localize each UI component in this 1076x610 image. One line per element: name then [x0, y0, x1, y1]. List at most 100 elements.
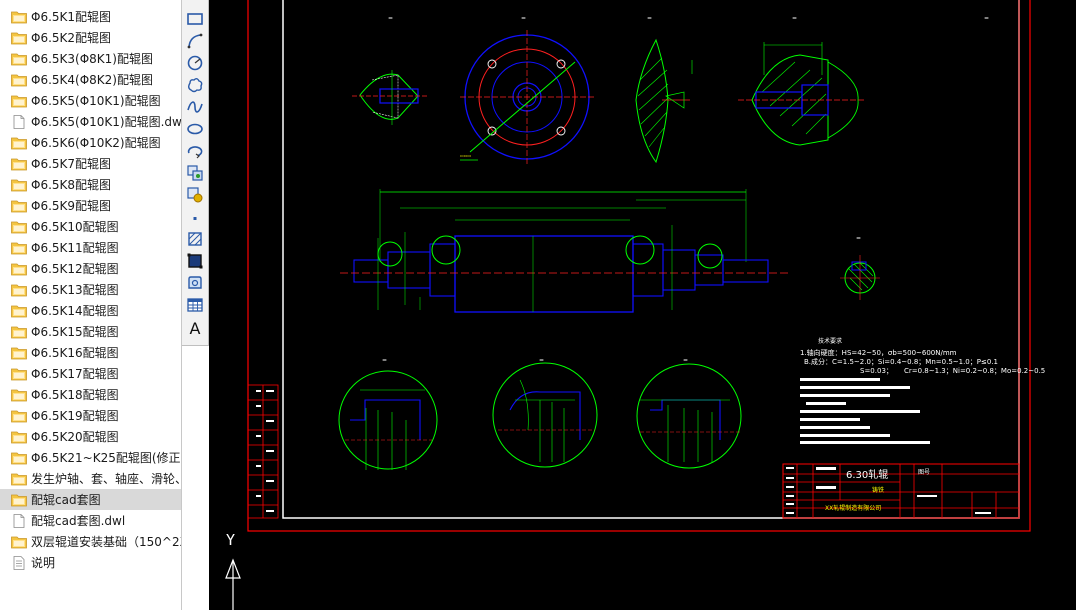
file-icon — [11, 114, 27, 129]
revision-cloud-tool-button[interactable] — [184, 75, 206, 95]
detail-view-1: = — [338, 357, 438, 470]
folder-icon — [11, 241, 27, 255]
file-list-item[interactable]: Φ6.5K7配辊图 — [0, 153, 181, 174]
file-list-item[interactable]: 配辊cad套图.dwl — [0, 510, 181, 531]
ellipse-arc-tool-icon — [187, 146, 203, 159]
roll-main-elevation — [340, 189, 790, 313]
title-drawing-no-label: 图号 — [918, 469, 930, 476]
file-list-panel[interactable]: Φ6.5K1配辊图 Φ6.5K2配辊图 Φ6.5K3(Φ8K1)配辊图 Φ6.5K4(… — [0, 0, 181, 610]
note-line-3: Cr=0.8~1.3；Ni=0.2~0.8；Mo=0.2~0.5 — [904, 367, 1045, 375]
arc-tool-button[interactable] — [184, 31, 206, 51]
file-list-item[interactable]: Φ6.5K8配辊图 — [0, 174, 181, 195]
svg-text:=: = — [388, 15, 393, 22]
revision-cloud-tool-icon — [188, 78, 203, 93]
cad-drawing: = = ▭▭▭ = = = = 技术要求 1.轴向硬度：HS=42~50，σb=… — [225, 0, 1045, 610]
ellipse-arc-tool-button[interactable] — [184, 141, 206, 161]
folder-icon — [11, 157, 27, 171]
file-list-item[interactable]: Φ6.5K16配辊图 — [0, 342, 181, 363]
folder-icon — [11, 304, 27, 318]
file-list-item-label: 双层辊道安装基础（150^2X — [31, 535, 181, 549]
file-list-item-label: Φ6.5K6(Φ10K2)配辊图 — [31, 136, 161, 150]
file-list-item-label: Φ6.5K12配辊图 — [31, 262, 119, 276]
cone-section-view: = — [738, 15, 865, 146]
hatch-tool-button[interactable] — [184, 229, 206, 249]
file-list-item-label: Φ6.5K9配辊图 — [31, 199, 112, 213]
folder-icon — [11, 94, 27, 108]
file-list-item[interactable]: Φ6.5K4(Φ8K2)配辊图 — [0, 69, 181, 90]
file-list-item-label: Φ6.5K15配辊图 — [31, 325, 119, 339]
folder-icon — [11, 409, 27, 423]
file-list-item[interactable]: Φ6.5K2配辊图 — [0, 27, 181, 48]
file-list-item[interactable]: Φ6.5K9配辊图 — [0, 195, 181, 216]
file-list-item[interactable]: Φ6.5K11配辊图 — [0, 237, 181, 258]
rectangle-tool-button[interactable] — [184, 9, 206, 29]
file-list-item-label: Φ6.5K3(Φ8K1)配辊图 — [31, 52, 153, 66]
svg-text:▭▭▭: ▭▭▭ — [460, 153, 472, 158]
file-list-item-label: 配辊cad套图.dwl — [31, 514, 126, 528]
file-list-item[interactable]: Φ6.5K17配辊图 — [0, 363, 181, 384]
file-list-item-label: Φ6.5K16配辊图 — [31, 346, 119, 360]
file-list-item[interactable]: Φ6.5K12配辊图 — [0, 258, 181, 279]
folder-icon — [11, 262, 27, 276]
file-list-item-label: Φ6.5K21~K25配辊图(修正) — [31, 451, 181, 465]
file-list-item[interactable]: Φ6.5K18配辊图 — [0, 384, 181, 405]
point-tool-button[interactable] — [184, 207, 206, 227]
hatch-tool-icon — [188, 232, 202, 246]
title-drawing-name: 6.30轧辊 — [846, 468, 888, 481]
file-list-item[interactable]: Φ6.5K19配辊图 — [0, 405, 181, 426]
folder-icon — [11, 73, 27, 87]
folder-icon — [11, 346, 27, 360]
circle-tool-button[interactable] — [184, 53, 206, 73]
file-list-item-label: Φ6.5K11配辊图 — [31, 241, 119, 255]
arc-tool-icon — [187, 33, 203, 49]
gradient-tool-button[interactable] — [184, 251, 206, 271]
drawing-canvas[interactable]: = = ▭▭▭ = = = = 技术要求 1.轴向硬度：HS=42~50，σb=… — [209, 0, 1076, 610]
file-list-item[interactable]: Φ6.5K3(Φ8K1)配辊图 — [0, 48, 181, 69]
file-list-item[interactable]: Φ6.5K5(Φ10K1)配辊图 — [0, 90, 181, 111]
table-tool-button[interactable] — [184, 295, 206, 315]
ellipse-tool-button[interactable] — [184, 119, 206, 139]
file-list-item-label: Φ6.5K17配辊图 — [31, 367, 119, 381]
detail-view-2: = — [492, 357, 598, 468]
file-list-item-label: Φ6.5K4(Φ8K2)配辊图 — [31, 73, 153, 87]
region-tool-button[interactable] — [184, 273, 206, 293]
file-list-item[interactable]: 双层辊道安装基础（150^2X — [0, 531, 181, 552]
note-line-1: 1.轴向硬度：HS=42~50，σb=500~600N/mm — [800, 348, 957, 357]
insert-block-tool-button[interactable] — [184, 163, 206, 183]
detail-view-3: = — [636, 357, 742, 469]
file-list-item[interactable]: Φ6.5K13配辊图 — [0, 279, 181, 300]
note-line-2: B.成分：C=1.5~2.0；Si=0.4~0.8；Mn=0.5~1.0；P≤0… — [804, 357, 998, 366]
file-list-item[interactable]: Φ6.5K14配辊图 — [0, 300, 181, 321]
file-list-item[interactable]: Φ6.5K20配辊图 — [0, 426, 181, 447]
file-list-item-label: Φ6.5K10配辊图 — [31, 220, 119, 234]
make-block-tool-button[interactable] — [184, 185, 206, 205]
file-list-item[interactable]: Φ6.5K1配辊图 — [0, 6, 181, 27]
multiline-text-tool-button[interactable]: A — [184, 318, 206, 338]
file-list-item[interactable]: Φ6.5K21~K25配辊图(修正) — [0, 447, 181, 468]
folder-icon — [11, 199, 27, 213]
file-list-item[interactable]: Φ6.5K15配辊图 — [0, 321, 181, 342]
file-list-item[interactable]: 配辊cad套图 — [0, 489, 181, 510]
folder-icon — [11, 325, 27, 339]
ellipse-tool-icon — [187, 123, 203, 135]
title-company: XX轧辊制造有限公司 — [825, 504, 881, 512]
file-list-item-label: Φ6.5K1配辊图 — [31, 10, 112, 24]
file-list-item-label: Φ6.5K2配辊图 — [31, 31, 112, 45]
toolbar-gap — [182, 346, 209, 610]
section-view-left: = — [352, 15, 428, 125]
spline-tool-button[interactable] — [184, 97, 206, 117]
flange-view: = ▭▭▭ — [460, 15, 594, 164]
svg-text:=: = — [683, 357, 688, 364]
gradient-tool-icon — [187, 253, 203, 269]
file-list-item[interactable]: 发生炉轴、套、轴座、滑轮、 — [0, 468, 181, 489]
wedge-section-view: = — [635, 15, 693, 164]
folder-icon — [11, 52, 27, 66]
file-list-item[interactable]: 说明 — [0, 552, 181, 573]
file-list-item[interactable]: Φ6.5K10配辊图 — [0, 216, 181, 237]
file-list-item-label: Φ6.5K18配辊图 — [31, 388, 119, 402]
file-list-item-label: Φ6.5K14配辊图 — [31, 304, 119, 318]
file-list-item[interactable]: Φ6.5K6(Φ10K2)配辊图 — [0, 132, 181, 153]
make-block-tool-icon — [187, 187, 203, 203]
folder-icon — [11, 220, 27, 234]
file-list-item[interactable]: Φ6.5K5(Φ10K1)配辊图.dwl — [0, 111, 181, 132]
